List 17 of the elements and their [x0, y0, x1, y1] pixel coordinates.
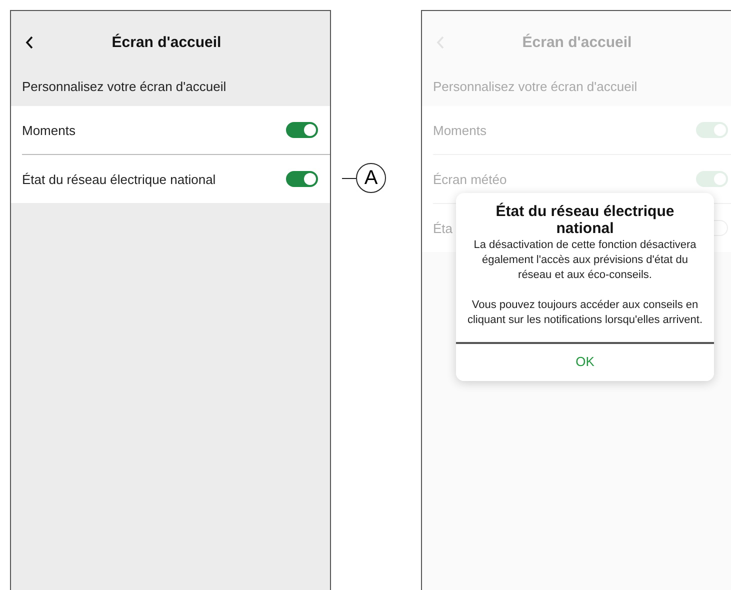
dialog-message: Vous pouvez toujours accéder aux conseils en cliquant sur les notifications lorsqu'elles arrivent. — [466, 298, 704, 328]
screen-title: Écran d'accueil — [521, 34, 633, 50]
setting-label: État du réseau électrique national — [22, 172, 216, 186]
section-subtitle: Personnalisez votre écran d'accueil — [433, 79, 638, 94]
toggle-switch[interactable] — [286, 171, 318, 187]
screen-title: Écran d'accueil — [110, 34, 222, 50]
setting-label: Écran météo — [433, 172, 507, 186]
back-icon[interactable] — [25, 36, 33, 48]
dialog-message: La désactivation de cette fonction désactivera également l'accès aux prévisions d'état du réseau et aux éco-conseils. — [472, 238, 698, 284]
dialog-title: État du réseau électrique national — [494, 203, 676, 238]
toggle-switch[interactable] — [286, 122, 318, 138]
setting-label: Éta — [433, 220, 453, 236]
setting-label: Moments — [433, 122, 486, 138]
section-subtitle: Personnalisez votre écran d'accueil — [22, 79, 226, 94]
callout-marker: A — [356, 163, 386, 193]
ok-button[interactable]: OK — [456, 342, 714, 382]
setting-label: Moments — [22, 122, 76, 138]
